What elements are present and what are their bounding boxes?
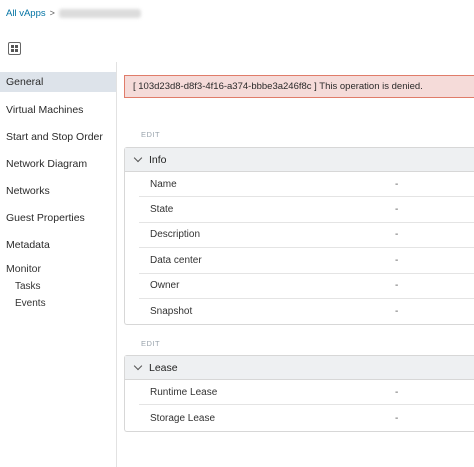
- sidebar-item-networks[interactable]: Networks: [0, 180, 116, 207]
- row-value: -: [395, 386, 399, 398]
- lease-row-runtime-lease: Runtime Lease -: [139, 380, 474, 406]
- breadcrumb: All vApps >: [6, 6, 141, 20]
- sidebar-item-general[interactable]: General: [0, 72, 116, 92]
- grid-icon[interactable]: [8, 42, 21, 55]
- info-row-state: State -: [139, 197, 474, 223]
- info-edit-button[interactable]: EDIT: [141, 130, 160, 139]
- lease-edit-button[interactable]: EDIT: [141, 339, 160, 348]
- info-row-data-center: Data center -: [139, 248, 474, 274]
- sidebar-item-start-stop-order[interactable]: Start and Stop Order: [0, 126, 116, 153]
- info-panel: Info Name - State - Description - Data c…: [124, 147, 474, 326]
- row-value: -: [395, 306, 399, 318]
- row-label: Name: [150, 178, 177, 190]
- row-value: -: [395, 204, 399, 216]
- row-value: -: [395, 254, 399, 266]
- row-value: -: [395, 412, 399, 424]
- breadcrumb-current-item-redacted: [58, 8, 141, 18]
- sidebar-item-tasks[interactable]: Tasks: [0, 278, 116, 295]
- info-row-description: Description -: [139, 223, 474, 249]
- sidebar-item-virtual-machines[interactable]: Virtual Machines: [0, 99, 116, 126]
- error-alert: [ 103d23d8-d8f3-4f16-a374-bbbe3a246f8c ]…: [124, 75, 474, 98]
- error-alert-message: [ 103d23d8-d8f3-4f16-a374-bbbe3a246f8c ]…: [133, 81, 423, 92]
- chevron-down-icon: [133, 361, 143, 371]
- lease-panel: Lease Runtime Lease - Storage Lease -: [124, 355, 474, 432]
- info-row-owner: Owner -: [139, 274, 474, 299]
- row-label: Description: [150, 229, 201, 241]
- sidebar-item-metadata[interactable]: Metadata: [0, 234, 116, 261]
- breadcrumb-all-vapps-link[interactable]: All vApps: [6, 8, 46, 19]
- info-row-name: Name -: [139, 172, 474, 198]
- lease-panel-header[interactable]: Lease: [125, 356, 474, 380]
- row-value: -: [395, 280, 399, 292]
- lease-panel-title: Lease: [149, 361, 178, 374]
- info-panel-title: Info: [149, 153, 167, 166]
- sidebar-divider: [116, 62, 117, 467]
- row-label: Storage Lease: [150, 412, 216, 424]
- row-label: Owner: [150, 280, 180, 292]
- info-panel-header[interactable]: Info: [125, 148, 474, 172]
- sidebar-section-monitor: Monitor: [6, 263, 42, 275]
- breadcrumb-separator: >: [49, 8, 55, 18]
- sidebar-nav: General Virtual Machines Start and Stop …: [0, 72, 116, 312]
- lease-row-storage-lease: Storage Lease -: [139, 405, 474, 430]
- row-label: Snapshot: [150, 306, 193, 318]
- chevron-down-icon: [133, 153, 143, 163]
- sidebar-item-guest-properties[interactable]: Guest Properties: [0, 207, 116, 234]
- info-row-snapshot: Snapshot -: [139, 299, 474, 324]
- row-value: -: [395, 178, 399, 190]
- row-value: -: [395, 229, 399, 241]
- row-label: Data center: [150, 254, 202, 266]
- sidebar-item-events[interactable]: Events: [0, 295, 116, 312]
- row-label: State: [150, 204, 174, 216]
- sidebar-item-network-diagram[interactable]: Network Diagram: [0, 153, 116, 180]
- row-label: Runtime Lease: [150, 386, 218, 398]
